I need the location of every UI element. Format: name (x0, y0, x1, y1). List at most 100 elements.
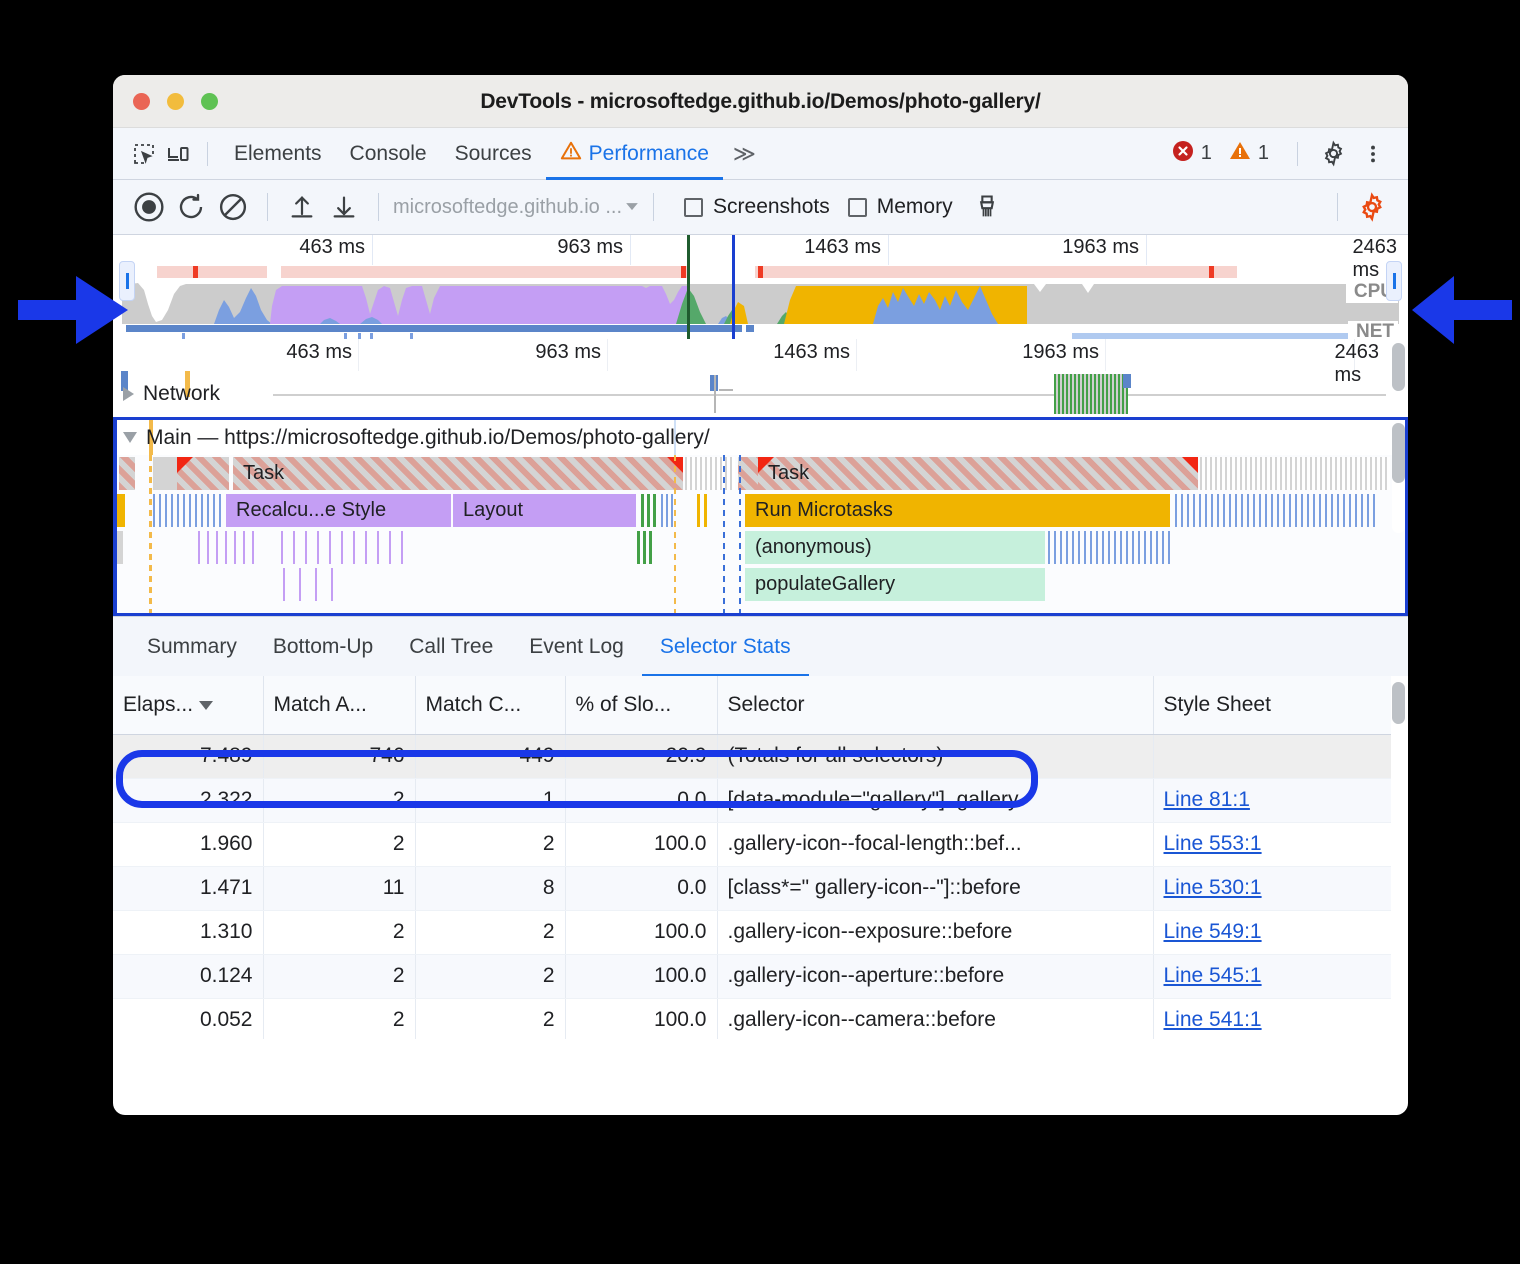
overview-selection-left-edge[interactable] (687, 235, 690, 339)
flame-bar-recalculate-style[interactable]: Recalcu...e Style (226, 494, 451, 527)
upload-profile-icon[interactable] (282, 187, 322, 227)
overview-range-handle-right[interactable] (1386, 261, 1402, 301)
collapse-triangle-icon[interactable] (123, 432, 137, 443)
flame-bar-ticks (198, 531, 258, 564)
column-header-elapsed[interactable]: Elaps... (113, 676, 263, 734)
timeline-overview[interactable]: 463 ms 963 ms 1463 ms 1963 ms 2463 ms (113, 235, 1408, 339)
tab-bottom-up[interactable]: Bottom-Up (255, 617, 391, 677)
devtools-tabstrip: Elements Console Sources Performance ≫ 1 (113, 128, 1408, 180)
table-row[interactable]: 0.124 2 2 100.0 .gallery-icon--aperture:… (113, 954, 1391, 998)
collect-garbage-icon[interactable] (967, 187, 1007, 227)
stylesheet-link[interactable]: Line 541:1 (1164, 1008, 1262, 1031)
flame-bar-grey[interactable] (153, 457, 177, 490)
expand-triangle-icon[interactable] (123, 387, 134, 401)
capture-settings-gear-icon[interactable] (1352, 187, 1392, 227)
flame-tick-0: 463 ms (286, 341, 358, 364)
overview-selection-right-edge[interactable] (732, 235, 735, 339)
cell-stylesheet[interactable]: Line 81:1 (1153, 778, 1391, 822)
details-tabbar: Summary Bottom-Up Call Tree Event Log Se… (113, 616, 1408, 676)
cell-pct-slow: 100.0 (565, 954, 717, 998)
flame-chart-rows[interactable]: Task Task Recalc (113, 455, 1408, 613)
column-header-selector[interactable]: Selector (717, 676, 1153, 734)
column-header-pct-slow[interactable]: % of Slo... (565, 676, 717, 734)
stylesheet-link[interactable]: Line 545:1 (1164, 964, 1262, 987)
selector-stats-table-wrapper[interactable]: Elaps... Match A... Match C... % of Slo.… (113, 676, 1408, 1039)
cell-pct-slow: 100.0 (565, 910, 717, 954)
cell-stylesheet[interactable]: Line 549:1 (1153, 910, 1391, 954)
cell-match-attempts: 2 (263, 998, 415, 1039)
flame-bar-layout[interactable]: Layout (453, 494, 636, 527)
flame-scrollbar-network[interactable] (1392, 343, 1405, 391)
screenshot-root: DevTools - microsoftedge.github.io/Demos… (0, 0, 1520, 1264)
error-icon[interactable] (1171, 139, 1195, 168)
column-header-elapsed-label: Elaps... (123, 693, 193, 716)
main-track-header[interactable]: Main — https://microsoftedge.github.io/D… (113, 417, 1408, 455)
column-header-match-count[interactable]: Match C... (415, 676, 565, 734)
inspect-element-icon[interactable] (127, 137, 161, 171)
flame-bar-anonymous[interactable]: (anonymous) (745, 531, 1045, 564)
table-scrollbar[interactable] (1392, 682, 1405, 1032)
table-row[interactable]: 2.322 2 1 0.0 [data-module="gallery"] .g… (113, 778, 1391, 822)
table-row[interactable]: 1.310 2 2 100.0 .gallery-icon--exposure:… (113, 910, 1391, 954)
flame-bar-run-microtasks[interactable]: Run Microtasks (745, 494, 1170, 527)
table-row[interactable]: 7.489 746 449 20.9 (Totals for all selec… (113, 734, 1391, 778)
cell-stylesheet[interactable]: Line 545:1 (1153, 954, 1391, 998)
flame-bar-task-right[interactable]: Task (758, 457, 1198, 490)
tab-performance[interactable]: Performance (546, 128, 723, 180)
tab-event-log[interactable]: Event Log (511, 617, 642, 677)
flame-bar-run-microtasks-label: Run Microtasks (755, 499, 893, 522)
flame-bar-ticks (641, 494, 657, 527)
memory-checkbox[interactable]: Memory (848, 195, 953, 219)
tab-sources-label: Sources (455, 142, 532, 166)
stylesheet-link[interactable]: Line 553:1 (1164, 832, 1262, 855)
reload-record-icon[interactable] (171, 187, 211, 227)
device-toolbar-icon[interactable] (161, 137, 195, 171)
tab-sources[interactable]: Sources (441, 128, 546, 180)
cell-stylesheet[interactable]: Line 541:1 (1153, 998, 1391, 1039)
flame-bar-task-tiny[interactable] (738, 457, 758, 490)
kebab-menu-icon[interactable] (1356, 137, 1390, 171)
tab-elements-label: Elements (234, 142, 322, 166)
flame-guide-orange (149, 455, 152, 613)
flame-ruler: 463 ms 963 ms 1463 ms 1963 ms 2463 ms (113, 339, 1408, 371)
column-header-stylesheet[interactable]: Style Sheet (1153, 676, 1391, 734)
warning-count: 1 (1258, 142, 1269, 165)
tab-console[interactable]: Console (336, 128, 441, 180)
cell-match-attempts: 2 (263, 910, 415, 954)
stylesheet-link[interactable]: Line 81:1 (1164, 788, 1250, 811)
cell-stylesheet[interactable]: Line 553:1 (1153, 822, 1391, 866)
cell-selector: .gallery-icon--camera::before (717, 998, 1153, 1039)
more-tabs-chevron-icon[interactable]: ≫ (723, 141, 764, 167)
origin-dropdown[interactable]: microsoftedge.github.io ... (393, 196, 639, 219)
table-row[interactable]: 1.471 11 8 0.0 [class*=" gallery-icon--"… (113, 866, 1391, 910)
tab-summary[interactable]: Summary (129, 617, 255, 677)
flame-tick-3: 1963 ms (1022, 341, 1105, 364)
flame-row-2: (anonymous) (113, 529, 1408, 566)
screenshots-checkbox[interactable]: Screenshots (684, 195, 830, 219)
flame-bar-task-left[interactable]: Task (233, 457, 683, 490)
tab-call-tree[interactable]: Call Tree (391, 617, 511, 677)
network-track-line (273, 394, 1386, 396)
network-track-header[interactable]: Network (123, 382, 220, 406)
flame-scrollbar-main[interactable] (1392, 423, 1405, 533)
stylesheet-link[interactable]: Line 530:1 (1164, 876, 1262, 899)
record-icon[interactable] (129, 187, 169, 227)
tab-elements[interactable]: Elements (220, 128, 336, 180)
tabstrip-right-controls: 1 1 (1171, 137, 1394, 171)
download-profile-icon[interactable] (324, 187, 364, 227)
column-header-match-attempts[interactable]: Match A... (263, 676, 415, 734)
flame-bar-task-small[interactable] (119, 457, 135, 490)
flame-bar-populate-gallery[interactable]: populateGallery (745, 568, 1045, 601)
window-title: DevTools - microsoftedge.github.io/Demos… (113, 90, 1408, 114)
cell-stylesheet[interactable]: Line 530:1 (1153, 866, 1391, 910)
warning-icon[interactable] (1228, 139, 1252, 168)
clear-icon[interactable] (213, 187, 253, 227)
tab-selector-stats[interactable]: Selector Stats (642, 617, 809, 677)
main-track-header-inner[interactable]: Main — https://microsoftedge.github.io/D… (123, 426, 710, 450)
table-row[interactable]: 1.960 2 2 100.0 .gallery-icon--focal-len… (113, 822, 1391, 866)
flame-chart-panel[interactable]: 463 ms 963 ms 1463 ms 1963 ms 2463 ms Ne… (113, 339, 1408, 616)
stylesheet-link[interactable]: Line 549:1 (1164, 920, 1262, 943)
network-track-row[interactable]: Network (113, 371, 1408, 417)
table-row[interactable]: 0.052 2 2 100.0 .gallery-icon--camera::b… (113, 998, 1391, 1039)
gear-icon[interactable] (1316, 137, 1350, 171)
